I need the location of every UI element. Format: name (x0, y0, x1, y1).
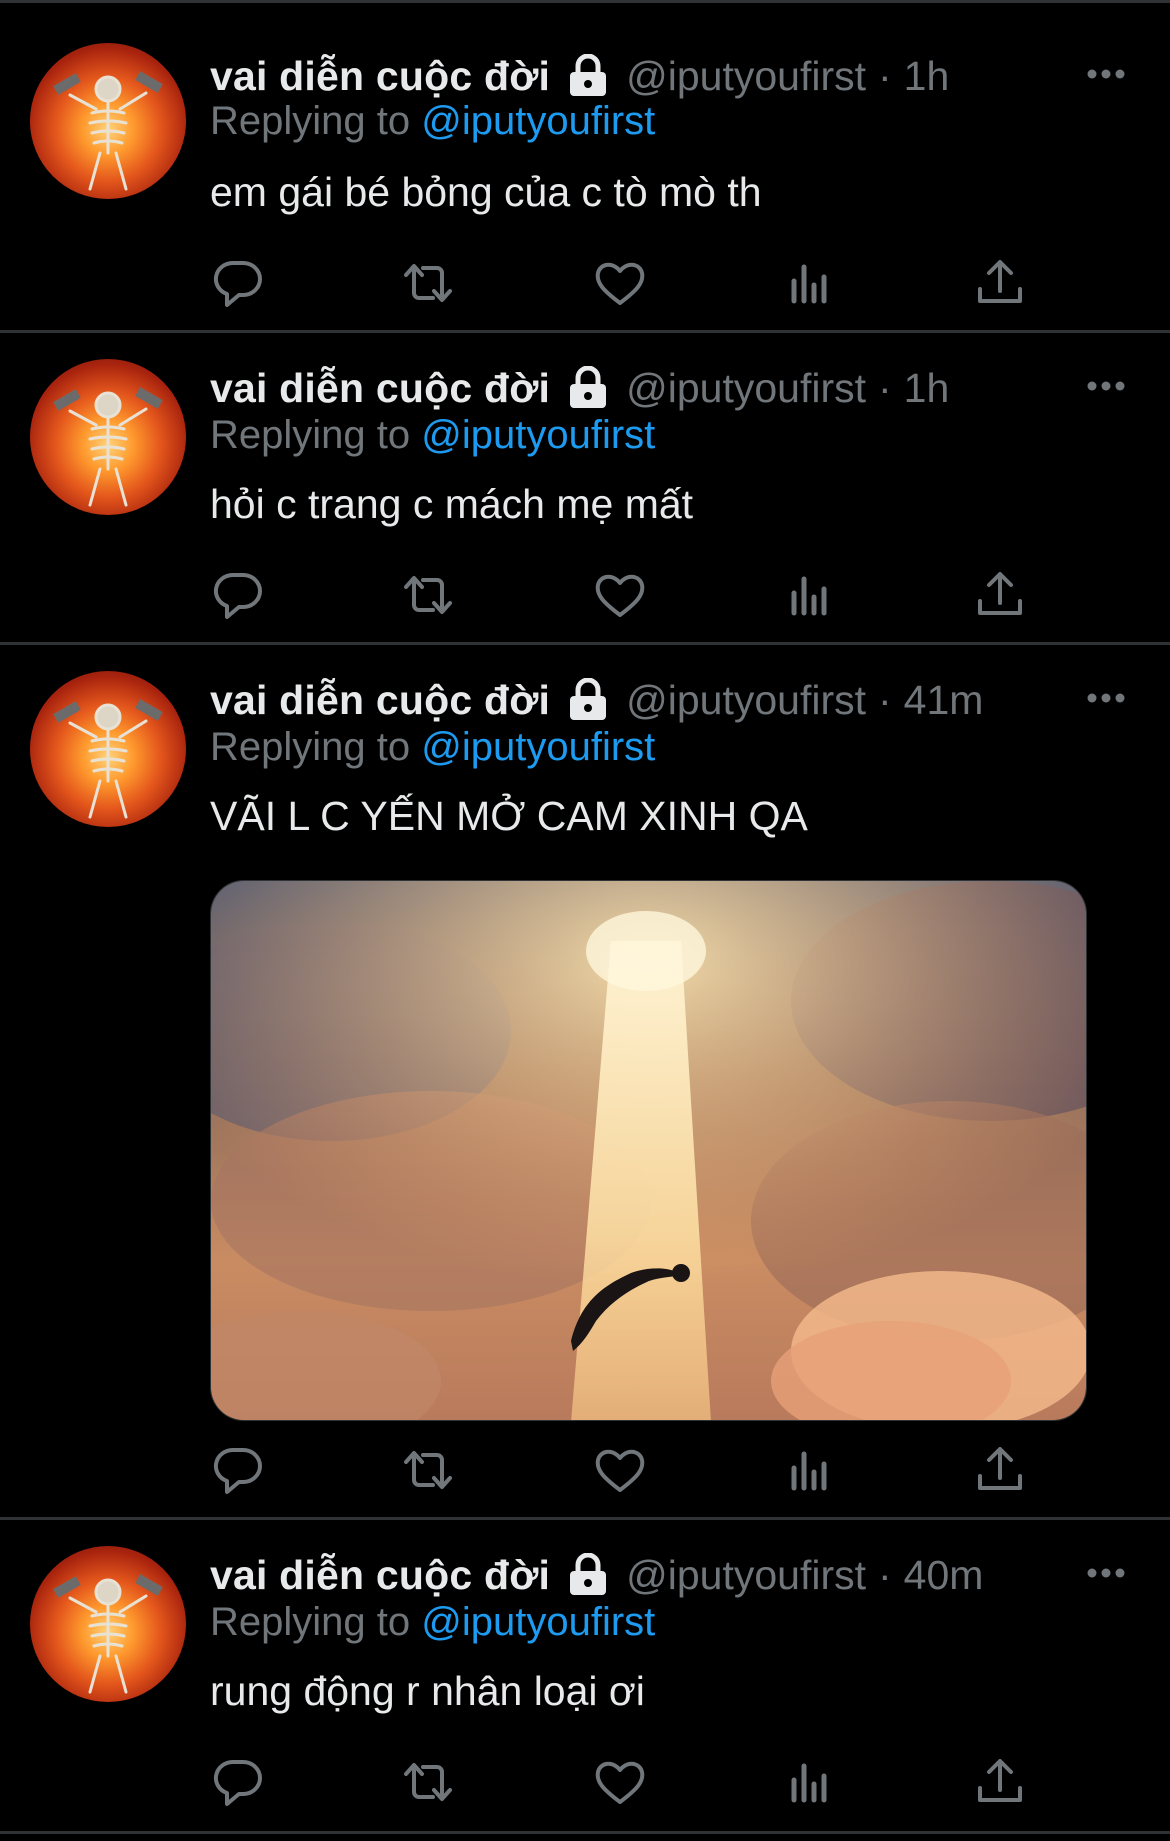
avatar[interactable] (30, 671, 186, 827)
tweet-media-image[interactable] (210, 880, 1087, 1421)
replying-prefix: Replying to (210, 1600, 411, 1644)
mention-link[interactable]: @iputyoufirst (421, 99, 655, 143)
separator-dot: · (878, 364, 892, 411)
replying-to: Replying to @iputyoufirst (210, 1600, 655, 1645)
replying-prefix: Replying to (210, 99, 411, 143)
reply-icon[interactable] (210, 1754, 266, 1810)
tweet-header: vai diễn cuộc đời @iputyoufirst · 40m (210, 1550, 983, 1600)
retweet-icon[interactable] (400, 1442, 456, 1498)
views-icon[interactable] (782, 1754, 838, 1810)
replying-prefix: Replying to (210, 413, 411, 457)
share-icon[interactable] (972, 255, 1028, 311)
replying-prefix: Replying to (210, 725, 411, 769)
share-icon[interactable] (972, 1754, 1028, 1810)
replying-to: Replying to @iputyoufirst (210, 99, 655, 144)
user-handle[interactable]: @iputyoufirst (626, 53, 866, 100)
action-bar (210, 567, 1030, 627)
tweet[interactable]: vai diễn cuộc đời @iputyoufirst · 1h Rep… (0, 333, 1170, 645)
heart-icon[interactable] (592, 255, 648, 311)
heart-icon[interactable] (592, 1442, 648, 1498)
views-icon[interactable] (782, 255, 838, 311)
share-icon[interactable] (972, 1442, 1028, 1498)
tweet-header: vai diễn cuộc đời @iputyoufirst · 41m (210, 675, 983, 725)
display-name[interactable]: vai diễn cuộc đời (210, 677, 550, 724)
more-icon[interactable] (1086, 683, 1126, 713)
timestamp[interactable]: 40m (904, 1552, 984, 1599)
timeline-feed: vai diễn cuộc đời @iputyoufirst · 1h Rep… (0, 0, 1170, 1841)
avatar[interactable] (30, 43, 186, 199)
timestamp[interactable]: 1h (904, 365, 950, 412)
tweet-header: vai diễn cuộc đời @iputyoufirst · 1h (210, 51, 949, 101)
more-icon[interactable] (1086, 59, 1126, 89)
mention-link[interactable]: @iputyoufirst (421, 1600, 655, 1644)
action-bar (210, 1442, 1030, 1502)
timestamp[interactable]: 1h (904, 53, 950, 100)
display-name[interactable]: vai diễn cuộc đời (210, 1552, 550, 1599)
tweet[interactable]: vai diễn cuộc đời @iputyoufirst · 41m Re… (0, 645, 1170, 1520)
user-handle[interactable]: @iputyoufirst (626, 677, 866, 724)
heart-icon[interactable] (592, 1754, 648, 1810)
replying-to: Replying to @iputyoufirst (210, 413, 655, 458)
avatar[interactable] (30, 1546, 186, 1702)
lock-icon (568, 53, 608, 98)
action-bar (210, 255, 1030, 315)
avatar[interactable] (30, 359, 186, 515)
tweet-text: VÃI L C YẾN MỞ CAM XINH QA (210, 793, 808, 839)
reply-icon[interactable] (210, 1442, 266, 1498)
user-handle[interactable]: @iputyoufirst (626, 1552, 866, 1599)
views-icon[interactable] (782, 1442, 838, 1498)
reply-icon[interactable] (210, 255, 266, 311)
share-icon[interactable] (972, 567, 1028, 623)
action-bar (210, 1754, 1030, 1814)
reply-icon[interactable] (210, 567, 266, 623)
more-icon[interactable] (1086, 1558, 1126, 1588)
mention-link[interactable]: @iputyoufirst (421, 725, 655, 769)
tweet-header: vai diễn cuộc đời @iputyoufirst · 1h (210, 363, 949, 413)
lock-icon (568, 677, 608, 722)
lock-icon (568, 365, 608, 410)
retweet-icon[interactable] (400, 255, 456, 311)
tweet-text: rung động r nhân loại ơi (210, 1668, 645, 1714)
display-name[interactable]: vai diễn cuộc đời (210, 365, 550, 412)
replying-to: Replying to @iputyoufirst (210, 725, 655, 770)
display-name[interactable]: vai diễn cuộc đời (210, 53, 550, 100)
retweet-icon[interactable] (400, 1754, 456, 1810)
tweet-text: hỏi c trang c mách mẹ mất (210, 481, 694, 527)
mention-link[interactable]: @iputyoufirst (421, 413, 655, 457)
lock-icon (568, 1552, 608, 1597)
retweet-icon[interactable] (400, 567, 456, 623)
views-icon[interactable] (782, 567, 838, 623)
tweet[interactable]: vai diễn cuộc đời @iputyoufirst · 40m Re… (0, 1520, 1170, 1834)
more-icon[interactable] (1086, 371, 1126, 401)
separator-dot: · (878, 52, 892, 99)
separator-dot: · (878, 676, 892, 723)
user-handle[interactable]: @iputyoufirst (626, 365, 866, 412)
timestamp[interactable]: 41m (904, 677, 984, 724)
tweet-text: em gái bé bỏng của c tò mò th (210, 169, 762, 215)
heart-icon[interactable] (592, 567, 648, 623)
separator-dot: · (878, 1551, 892, 1598)
tweet[interactable]: vai diễn cuộc đời @iputyoufirst · 1h Rep… (0, 3, 1170, 333)
